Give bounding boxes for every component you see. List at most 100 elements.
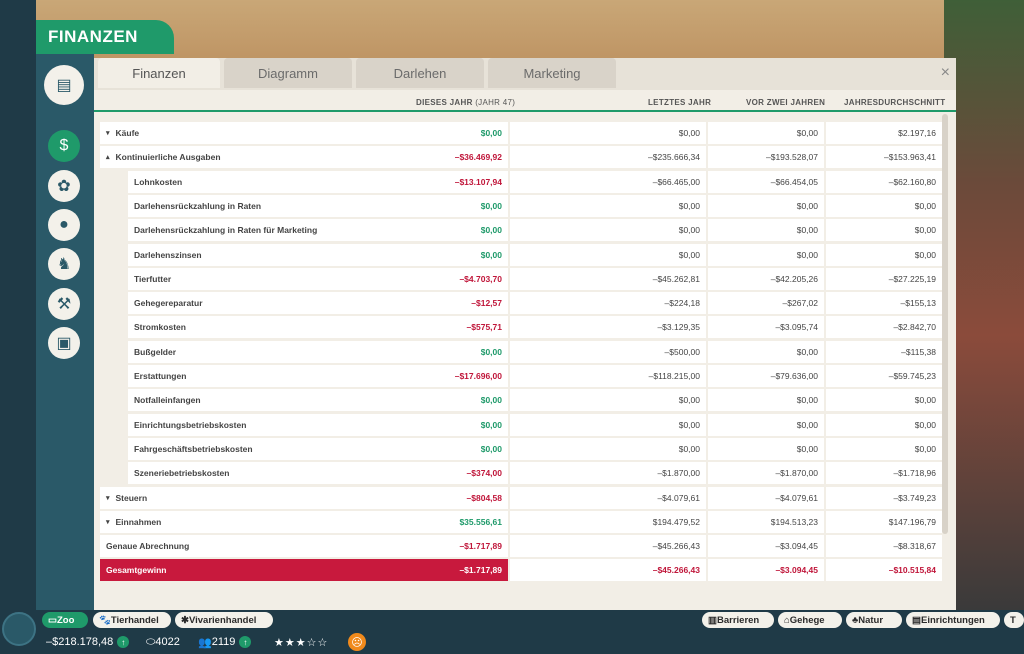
table-row: Erstattungen –$17.696,00 –$118.215,00 –$79.…: [94, 365, 956, 387]
map-icon[interactable]: [2, 612, 36, 646]
shop-icon[interactable]: ▣: [48, 327, 80, 359]
einrichtungen-button[interactable]: ▤ Einrichtungen: [906, 612, 1000, 628]
left-edge-bar: [0, 0, 36, 654]
table-row: Tierfutter –$4.703,70 –$45.262,81 –$42.205,…: [94, 267, 956, 290]
value-last-year: –$45.266,43: [510, 535, 706, 558]
clipboard-icon[interactable]: ▤: [44, 65, 84, 105]
zoo-button[interactable]: ▭ Zoo: [42, 612, 88, 628]
row-label: Bußgelder: [134, 346, 177, 357]
table-row[interactable]: ▾ Käufe $0,00 $0,00 $0,00 $2.197,16: [94, 122, 956, 144]
value-this-year: $35.556,61: [459, 516, 502, 527]
value-last-year: $0,00: [510, 243, 706, 266]
animals-icon[interactable]: ♞: [48, 248, 80, 280]
value-last-year: –$3.129,35: [510, 316, 706, 339]
row-label-cell: Lohnkosten –$13.107,94: [128, 170, 508, 193]
row-label-cell: Genaue Abrechnung –$1.717,89: [100, 535, 508, 558]
value-this-year: –$12,57: [471, 298, 502, 309]
close-icon[interactable]: ×: [941, 64, 950, 82]
row-label-cell: Einrichtungsbetriebskosten $0,00: [128, 413, 508, 436]
tickets-display: ⬭ 4022: [146, 635, 180, 649]
value-average: $147.196,79: [826, 510, 942, 533]
more-tools-button[interactable]: T: [1004, 612, 1024, 628]
collapse-icon[interactable]: ▴: [106, 153, 110, 161]
page-title: FINANZEN: [36, 20, 174, 54]
value-this-year: –$17.696,00: [454, 371, 502, 381]
tierhandel-button[interactable]: 🐾 Tierhandel: [93, 612, 171, 628]
row-label: Fahrgeschäftsbetriebskosten: [134, 443, 253, 454]
row-label: Darlehensrückzahlung in Raten für Market…: [134, 225, 318, 236]
row-label-cell: Erstattungen –$17.696,00: [128, 365, 508, 387]
value-average: –$10.515,84: [826, 559, 942, 582]
natur-button[interactable]: ♣ Natur: [846, 612, 902, 628]
value-average: –$27.225,19: [826, 267, 942, 290]
row-label: Einrichtungsbetriebskosten: [134, 419, 247, 430]
value-two-years-ago: –$267,02: [708, 292, 824, 315]
value-average: –$62.160,80: [826, 170, 942, 193]
value-last-year: –$1.870,00: [510, 462, 706, 485]
gehege-button[interactable]: ⌂ Gehege: [778, 612, 842, 628]
tab-darlehen[interactable]: Darlehen: [356, 58, 484, 88]
expand-icon[interactable]: ▾: [106, 518, 110, 526]
table-row[interactable]: ▴ Kontinuierliche Ausgaben –$36.469,92 –$23…: [94, 146, 956, 169]
staff-icon[interactable]: ●: [48, 209, 80, 241]
value-average: –$2.842,70: [826, 316, 942, 339]
row-label-cell: ▾ Einnahmen $35.556,61: [100, 510, 508, 533]
value-last-year: –$45.262,81: [510, 267, 706, 290]
row-label-cell: ▾ Steuern –$804,58: [100, 486, 508, 509]
row-label: Notfalleinfangen: [134, 395, 201, 406]
value-two-years-ago: $0,00: [708, 122, 824, 144]
row-label-cell: Stromkosten –$575,71: [128, 316, 508, 339]
value-two-years-ago: $0,00: [708, 437, 824, 460]
value-this-year: –$374,00: [466, 468, 502, 479]
value-this-year: $0,00: [480, 419, 502, 430]
value-average: $0,00: [826, 243, 942, 266]
value-two-years-ago: $0,00: [708, 340, 824, 363]
value-last-year: $0,00: [510, 219, 706, 242]
value-two-years-ago: –$3.094,45: [708, 535, 824, 558]
tab-finanzen[interactable]: Finanzen: [98, 58, 220, 88]
row-label: Steuern: [115, 492, 148, 503]
row-label-cell: ▾ Käufe $0,00: [100, 122, 508, 144]
row-label-cell: Bußgelder $0,00: [128, 340, 508, 363]
header-this-year: DIESES JAHR (JAHR 47): [416, 98, 516, 107]
tab-marketing[interactable]: Marketing: [488, 58, 616, 88]
table-row: Lohnkosten –$13.107,94 –$66.465,00 –$66.454…: [94, 170, 956, 193]
value-last-year: –$500,00: [510, 340, 706, 363]
row-label: Stromkosten: [134, 322, 186, 333]
maintenance-icon[interactable]: ⚒: [48, 288, 80, 320]
row-label-cell: Darlehensrückzahlung in Raten für Market…: [128, 219, 508, 242]
guests-display: 👥 2119 ↑: [198, 634, 252, 650]
value-this-year: –$13.107,94: [454, 176, 502, 187]
money-display: –$218.178,48 ↑: [46, 634, 130, 650]
tab-diagramm[interactable]: Diagramm: [224, 58, 352, 88]
expand-icon[interactable]: ▾: [106, 494, 110, 502]
finance-money-icon[interactable]: $: [48, 130, 80, 162]
value-this-year: –$1.717,89: [459, 541, 502, 552]
row-label-cell: Notfalleinfangen $0,00: [128, 389, 508, 412]
row-label-cell: Fahrgeschäftsbetriebskosten $0,00: [128, 437, 508, 460]
value-last-year: $194.479,52: [510, 510, 706, 533]
value-average: –$8.318,67: [826, 535, 942, 558]
table-row: Gesamtgewinn –$1.717,89 –$45.266,43 –$3.094…: [94, 559, 956, 582]
scrollbar[interactable]: [942, 114, 948, 534]
value-last-year: $0,00: [510, 437, 706, 460]
value-two-years-ago: –$3.095,74: [708, 316, 824, 339]
barrieren-button[interactable]: ▥ Barrieren: [702, 612, 774, 628]
value-last-year: $0,00: [510, 413, 706, 436]
expand-icon[interactable]: ▾: [106, 129, 110, 137]
value-average: –$153.963,41: [826, 146, 942, 169]
table-row[interactable]: ▾ Steuern –$804,58 –$4.079,61 –$4.079,61 –$3.…: [94, 486, 956, 509]
vivarienhandel-button[interactable]: ✱ Vivarienhandel: [175, 612, 273, 628]
value-this-year: $0,00: [480, 346, 502, 357]
value-last-year: –$45.266,43: [510, 559, 706, 582]
header-two-years: VOR ZWEI JAHREN: [746, 98, 826, 107]
paw-icon[interactable]: ✿: [48, 170, 80, 202]
value-this-year: $0,00: [480, 443, 502, 454]
value-two-years-ago: $0,00: [708, 194, 824, 217]
table-row[interactable]: ▾ Einnahmen $35.556,61 $194.479,52 $194.513,…: [94, 510, 956, 533]
value-this-year: $0,00: [480, 128, 502, 138]
value-last-year: –$235.666,34: [510, 146, 706, 169]
value-last-year: –$224,18: [510, 292, 706, 315]
row-label-cell: ▴ Kontinuierliche Ausgaben –$36.469,92: [100, 146, 508, 169]
value-this-year: –$804,58: [466, 492, 502, 503]
